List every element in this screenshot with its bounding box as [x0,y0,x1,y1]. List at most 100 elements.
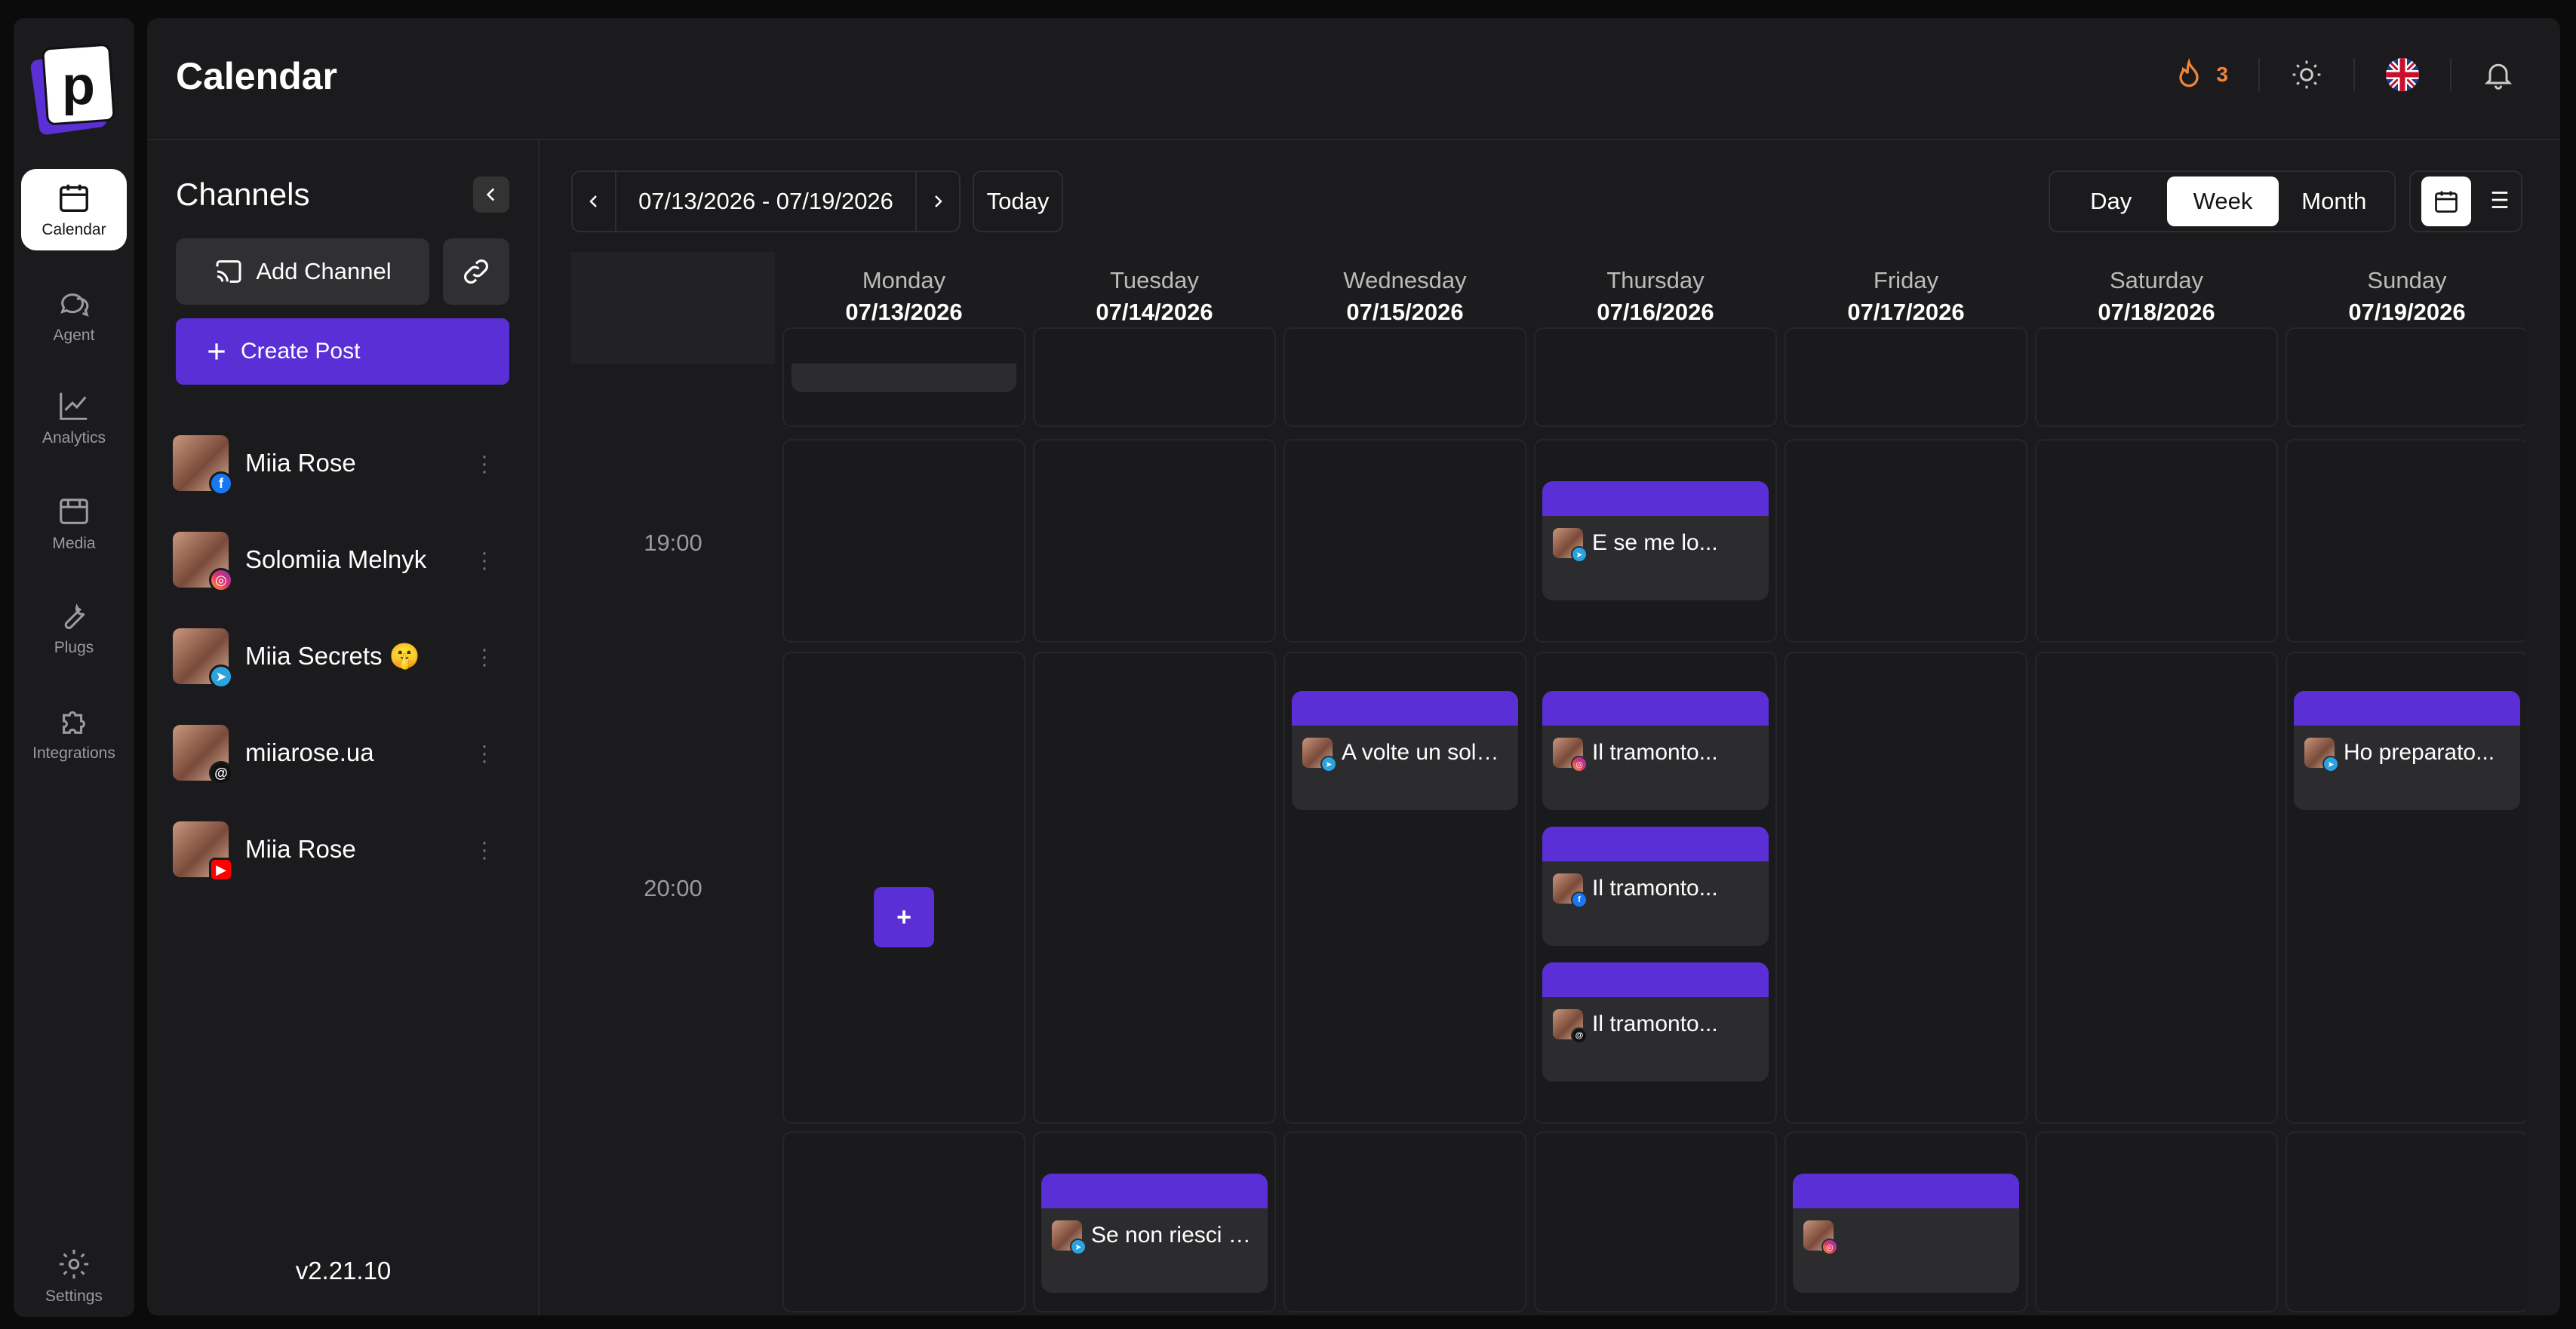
time-slot[interactable] [1283,1131,1526,1312]
more-options-icon[interactable]: · · · [481,445,488,483]
sun-icon[interactable] [2290,58,2323,91]
time-slot[interactable] [782,439,1025,643]
app-logo[interactable]: p [29,35,119,140]
channels-title: Channels [176,176,310,212]
view-month-button[interactable]: Month [2279,176,2390,226]
post-body: ➤ E se me lo... [1542,516,1769,570]
time-slot[interactable] [2035,1131,2278,1312]
nav-integrations[interactable]: Integrations [21,692,127,774]
post-body: ➤ A volte un solo... [1292,726,1518,780]
time-slot[interactable] [1784,439,2027,643]
time-slot[interactable] [782,1131,1025,1312]
more-options-icon[interactable]: · · · [481,542,488,579]
main-panel: Calendar 3 Channels Add Channel Create P… [147,18,2560,1315]
post-card[interactable]: ◎ [1793,1174,2019,1293]
avatar: f [1553,873,1588,908]
time-slot[interactable] [1033,652,1276,1124]
post-card[interactable]: ➤ Ho preparato... [2294,691,2520,810]
post-card[interactable]: ➤ E se me lo... [1542,481,1769,600]
time-slot[interactable] [2286,439,2525,643]
puzzle-icon [63,711,85,734]
channel-name: Miia Rose [245,835,356,863]
day-name: Saturday [2109,267,2204,293]
avatar: @ [173,725,233,785]
time-slot[interactable] [2286,327,2525,427]
nav-settings[interactable]: Settings [21,1235,127,1317]
time-slot[interactable] [1534,1131,1777,1312]
day-date: 07/17/2026 [1847,299,1965,325]
more-options-icon[interactable]: · · · [481,831,488,869]
view-day-button[interactable]: Day [2055,176,2167,226]
nav-calendar[interactable]: Calendar [21,169,127,250]
time-slot[interactable] [1283,327,1526,427]
streak-counter[interactable]: 3 [2172,58,2228,91]
avatar: ➤ [173,628,233,689]
channel-item[interactable]: ▶ Miia Rose · · · [173,801,512,898]
post-color-bar [1793,1174,2019,1208]
add-post-button[interactable]: + [874,887,934,947]
nav-agent[interactable]: Agent [21,275,127,356]
post-preview-text: A volte un solo... [1342,740,1508,765]
day-name: Friday [1873,267,1939,293]
post-card[interactable]: ➤ A volte un solo... [1292,691,1518,810]
time-slot[interactable] [1784,652,2027,1124]
calendar-icon [2434,191,2458,213]
time-slot[interactable] [1033,327,1276,427]
uk-flag-icon[interactable] [2385,57,2420,92]
more-options-icon[interactable]: · · · [481,735,488,772]
time-slot[interactable] [1283,439,1526,643]
channel-item[interactable]: ➤ Miia Secrets 🤫 · · · [173,608,512,704]
link-button[interactable] [443,238,509,305]
post-card-partial[interactable] [792,364,1016,392]
time-slot[interactable] [2286,1131,2525,1312]
time-gutter-header [571,252,775,364]
post-preview-text: Il tramonto... [1592,1011,1718,1036]
youtube-icon: ▶ [209,858,233,882]
divider [2450,58,2452,91]
channel-item[interactable]: @ miiarose.ua · · · [173,704,512,801]
date-range[interactable]: 07/13/2026 - 07/19/2026 [615,172,917,231]
post-card[interactable]: ➤ Se non riesci a... [1041,1174,1268,1293]
create-post-button[interactable]: Create Post [176,318,509,385]
avatar: ➤ [2304,738,2339,772]
time-slot[interactable] [2035,327,2278,427]
post-preview-text: Il tramonto... [1592,740,1718,765]
add-channel-button[interactable]: Add Channel [176,238,429,305]
nav-media[interactable]: Media [21,483,127,564]
calendar-mode-button[interactable] [2421,176,2471,226]
channel-item[interactable]: f Miia Rose · · · [173,415,512,511]
nav-analytics[interactable]: Analytics [21,377,127,459]
next-week-button[interactable] [917,172,959,231]
more-options-icon[interactable]: · · · [481,638,488,676]
prev-week-button[interactable] [573,172,615,231]
channel-item[interactable]: ◎ Solomiia Melnyk · · · [173,511,512,608]
view-week-button[interactable]: Week [2167,176,2279,226]
telegram-icon: ➤ [2322,756,2339,772]
post-card[interactable]: @ Il tramonto... [1542,962,1769,1082]
nav-plugs[interactable]: Plugs [21,587,127,668]
day-name: Monday [862,267,946,293]
post-card[interactable]: f Il tramonto... [1542,827,1769,946]
post-body: ◎ [1793,1208,2019,1263]
avatar: f [173,435,233,496]
time-slot[interactable] [1534,327,1777,427]
page-title: Calendar [176,55,337,97]
view-switcher: Day Week Month [2049,170,2396,232]
post-body: f Il tramonto... [1542,861,1769,916]
calendar-icon [60,184,88,212]
time-slot[interactable] [1784,327,2027,427]
post-color-bar [1542,962,1769,997]
instagram-icon: ◎ [1571,756,1588,772]
post-preview-text: Il tramonto... [1592,876,1718,901]
time-slot[interactable] [2035,652,2278,1124]
channel-name: miiarose.ua [245,738,374,766]
time-slot[interactable] [1033,439,1276,643]
today-button[interactable]: Today [973,170,1063,232]
facebook-icon: f [1571,892,1588,908]
bell-icon[interactable] [2482,58,2515,91]
post-card[interactable]: ◎ Il tramonto... [1542,691,1769,810]
nav-settings-label: Settings [45,1288,103,1305]
collapse-sidebar-button[interactable] [473,176,509,213]
time-slot[interactable] [2035,439,2278,643]
list-mode-button[interactable] [2482,186,2511,218]
